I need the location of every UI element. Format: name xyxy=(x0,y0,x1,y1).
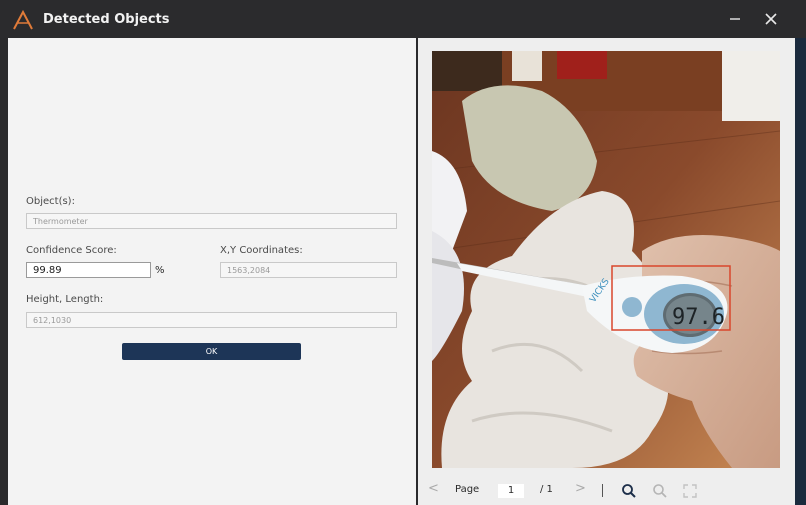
objects-label: Object(s): xyxy=(26,196,75,207)
thermometer-photo: VICKS 97.6 xyxy=(432,51,780,468)
ok-button[interactable]: OK xyxy=(122,343,301,360)
details-panel: Object(s): Thermometer Confidence Score:… xyxy=(8,38,416,505)
window-edge xyxy=(795,38,806,505)
zoom-in-icon[interactable] xyxy=(621,483,637,499)
confidence-input[interactable]: 99.89 xyxy=(26,262,151,278)
height-length-label: Height, Length: xyxy=(26,294,104,305)
title-bar: Detected Objects xyxy=(0,0,806,38)
image-viewer-panel: VICKS 97.6 < Page 1 / 1 > xyxy=(418,38,795,505)
next-page-button[interactable]: > xyxy=(575,481,586,496)
pager-bar: < Page 1 / 1 > xyxy=(418,481,795,503)
minimize-button[interactable] xyxy=(720,6,750,32)
detected-objects-window: Detected Objects Object(s): Thermometer … xyxy=(0,0,806,505)
coordinates-label: X,Y Coordinates: xyxy=(220,245,303,256)
zoom-out-icon[interactable] xyxy=(652,483,668,499)
objects-field: Thermometer xyxy=(26,213,397,229)
page-label: Page xyxy=(455,484,480,495)
page-number-input[interactable]: 1 xyxy=(498,484,524,498)
prev-page-button[interactable]: < xyxy=(428,481,439,496)
thermometer-display: 97.6 xyxy=(672,305,725,330)
confidence-label: Confidence Score: xyxy=(26,245,117,256)
percent-unit: % xyxy=(155,265,165,276)
coordinates-field: 1563,2084 xyxy=(220,262,397,278)
window-title: Detected Objects xyxy=(43,12,170,27)
height-length-field: 612,1030 xyxy=(26,312,397,328)
page-total: / 1 xyxy=(540,484,553,495)
pager-divider xyxy=(602,484,603,497)
app-logo-icon xyxy=(13,10,33,30)
fit-to-screen-icon[interactable] xyxy=(682,483,698,499)
minimize-icon xyxy=(730,18,740,20)
close-icon xyxy=(765,13,777,25)
close-button[interactable] xyxy=(756,6,786,32)
detection-image: VICKS 97.6 xyxy=(432,51,780,468)
